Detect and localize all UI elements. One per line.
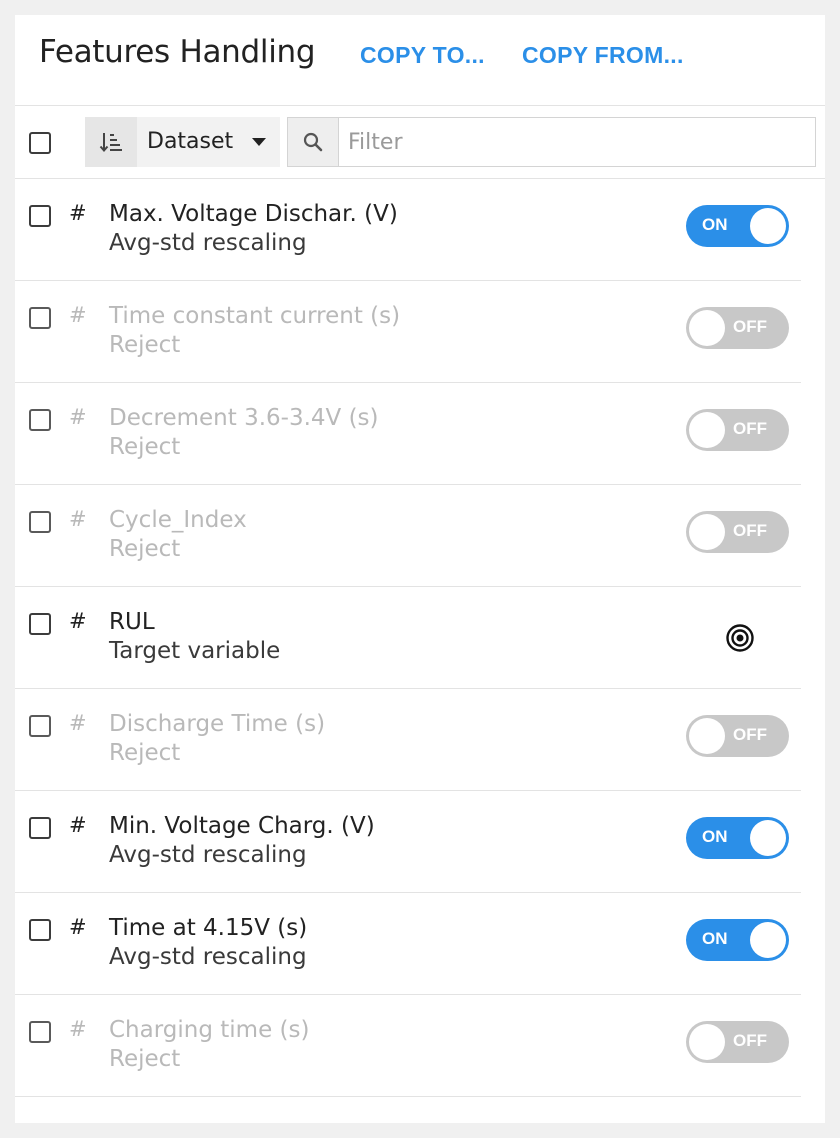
feature-handling: Reject — [109, 740, 181, 766]
feature-toggle[interactable]: OFF — [686, 715, 789, 757]
feature-name: Min. Voltage Charg. (V) — [109, 813, 375, 839]
feature-name: Decrement 3.6-3.4V (s) — [109, 405, 379, 431]
numeric-type-icon: # — [69, 201, 87, 225]
feature-handling: Reject — [109, 434, 181, 460]
feature-handling: Avg-std rescaling — [109, 230, 307, 256]
toggle-knob — [689, 718, 725, 754]
toggle-knob — [750, 922, 786, 958]
toggle-label: OFF — [733, 521, 767, 540]
page-title: Features Handling — [39, 34, 316, 70]
feature-row[interactable]: # Time constant current (s) Reject OFF — [15, 281, 801, 383]
numeric-type-icon: # — [69, 1017, 87, 1041]
feature-row[interactable]: # Time at 4.15V (s) Avg-std rescaling ON — [15, 893, 801, 995]
feature-checkbox[interactable] — [29, 715, 51, 737]
filter-input[interactable] — [340, 118, 810, 166]
select-all-checkbox[interactable] — [29, 132, 51, 154]
feature-name: Charging time (s) — [109, 1017, 310, 1043]
toggle-knob — [750, 820, 786, 856]
feature-toggle[interactable]: ON — [686, 205, 789, 247]
feature-list: # Max. Voltage Dischar. (V) Avg-std resc… — [15, 179, 825, 1097]
toggle-label: OFF — [733, 317, 767, 336]
toggle-label: OFF — [733, 419, 767, 438]
feature-name: Max. Voltage Dischar. (V) — [109, 201, 398, 227]
feature-checkbox[interactable] — [29, 511, 51, 533]
feature-toggle[interactable]: OFF — [686, 307, 789, 349]
feature-row[interactable]: # Cycle_Index Reject OFF — [15, 485, 801, 587]
numeric-type-icon: # — [69, 405, 87, 429]
numeric-type-icon: # — [69, 507, 87, 531]
search-icon — [303, 132, 323, 152]
numeric-type-icon: # — [69, 711, 87, 735]
caret-down-icon — [252, 138, 266, 146]
feature-handling: Avg-std rescaling — [109, 944, 307, 970]
target-icon[interactable] — [725, 623, 755, 653]
search-icon-box — [288, 118, 339, 166]
toggle-label: ON — [702, 929, 728, 948]
feature-checkbox[interactable] — [29, 613, 51, 635]
panel-header: Features Handling COPY TO... COPY FROM..… — [15, 15, 825, 106]
feature-toggle[interactable]: OFF — [686, 1021, 789, 1063]
feature-name: Cycle_Index — [109, 507, 247, 533]
feature-name: Discharge Time (s) — [109, 711, 326, 737]
feature-checkbox[interactable] — [29, 919, 51, 941]
feature-toggle[interactable]: OFF — [686, 511, 789, 553]
feature-name: Time constant current (s) — [109, 303, 401, 329]
dataset-select[interactable]: Dataset — [137, 117, 280, 167]
copy-to-button[interactable]: COPY TO... — [360, 42, 485, 69]
feature-row[interactable]: # Charging time (s) Reject OFF — [15, 995, 801, 1097]
toggle-knob — [750, 208, 786, 244]
feature-handling: Reject — [109, 332, 181, 358]
toggle-label: OFF — [733, 725, 767, 744]
toggle-knob — [689, 514, 725, 550]
feature-row[interactable]: # RUL Target variable — [15, 587, 801, 689]
toggle-knob — [689, 310, 725, 346]
filter-field[interactable] — [287, 117, 816, 167]
feature-handling: Reject — [109, 536, 181, 562]
dataset-select-value: Dataset — [147, 129, 234, 154]
feature-handling: Avg-std rescaling — [109, 842, 307, 868]
feature-checkbox[interactable] — [29, 1021, 51, 1043]
numeric-type-icon: # — [69, 813, 87, 837]
features-handling-panel: Features Handling COPY TO... COPY FROM..… — [15, 15, 825, 1123]
feature-name: Time at 4.15V (s) — [109, 915, 308, 941]
toggle-label: OFF — [733, 1031, 767, 1050]
feature-checkbox[interactable] — [29, 205, 51, 227]
toggle-knob — [689, 412, 725, 448]
sort-icon — [99, 133, 122, 153]
feature-name: RUL — [109, 609, 155, 635]
toggle-label: ON — [702, 827, 728, 846]
numeric-type-icon: # — [69, 609, 87, 633]
feature-handling: Target variable — [109, 638, 281, 664]
toggle-knob — [689, 1024, 725, 1060]
feature-checkbox[interactable] — [29, 409, 51, 431]
feature-toggle[interactable]: OFF — [686, 409, 789, 451]
feature-toggle[interactable]: ON — [686, 817, 789, 859]
copy-from-button[interactable]: COPY FROM... — [522, 42, 684, 69]
feature-checkbox[interactable] — [29, 307, 51, 329]
numeric-type-icon: # — [69, 303, 87, 327]
numeric-type-icon: # — [69, 915, 87, 939]
feature-row[interactable]: # Min. Voltage Charg. (V) Avg-std rescal… — [15, 791, 801, 893]
feature-row[interactable]: # Max. Voltage Dischar. (V) Avg-std resc… — [15, 179, 801, 281]
sort-button[interactable] — [85, 117, 137, 167]
toggle-label: ON — [702, 215, 728, 234]
features-toolbar: Dataset — [15, 106, 825, 179]
feature-toggle[interactable]: ON — [686, 919, 789, 961]
feature-row[interactable]: # Decrement 3.6-3.4V (s) Reject OFF — [15, 383, 801, 485]
feature-handling: Reject — [109, 1046, 181, 1072]
feature-checkbox[interactable] — [29, 817, 51, 839]
feature-row[interactable]: # Discharge Time (s) Reject OFF — [15, 689, 801, 791]
